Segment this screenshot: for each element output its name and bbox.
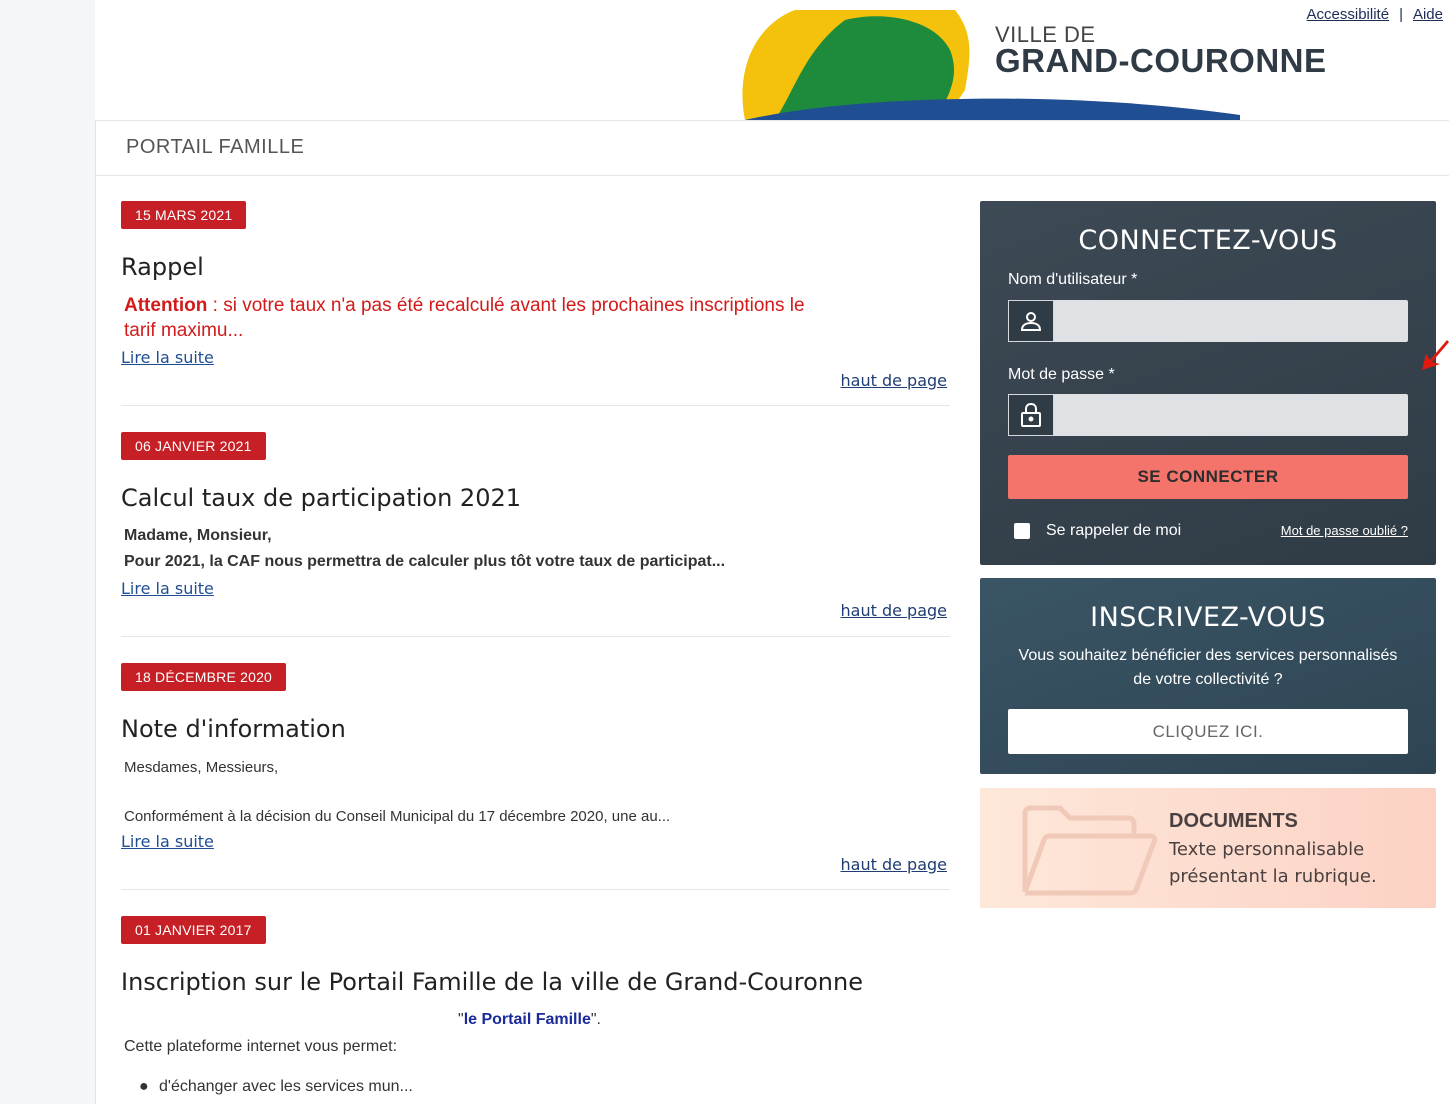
documents-text-line2: présentant la rubrique. (1169, 866, 1377, 887)
news-item: 06 JANVIER 2021 Calcul taux de participa… (121, 432, 950, 637)
remember-checkbox[interactable] (1014, 523, 1030, 539)
back-to-top-link[interactable]: haut de page (841, 855, 948, 874)
news-title: Calcul taux de participation 2021 (121, 484, 521, 512)
news-excerpt-line2: Pour 2021, la CAF nous permettra de calc… (124, 553, 726, 570)
bullet-text: d'échanger avec les services mun... (159, 1078, 413, 1095)
password-field (1008, 394, 1410, 438)
left-sidebar-strip (0, 0, 96, 1104)
news-excerpt: Attention : si votre taux n'a pas été re… (124, 293, 950, 318)
link-separator: | (1399, 6, 1403, 23)
news-item: 01 JANVIER 2017 Inscription sur le Porta… (121, 916, 950, 1104)
documents-text: Texte personnalisable présentant la rubr… (1169, 836, 1377, 890)
news-date-badge: 01 JANVIER 2017 (121, 916, 266, 944)
portal-title-bar: PORTAIL FAMILLE (95, 121, 1449, 176)
news-excerpt-line1: Madame, Monsieur, (124, 527, 272, 544)
documents-panel[interactable]: DOCUMENTS Texte personnalisable présenta… (980, 788, 1436, 908)
top-links: Accessibilité | Aide (1307, 6, 1443, 23)
signup-text: Vous souhaitez bénéficier des services p… (1018, 647, 1398, 688)
connect-button[interactable]: SE CONNECTER (1008, 455, 1408, 499)
username-field (1008, 300, 1410, 344)
news-excerpt-line1: : si votre taux n'a pas été recalculé av… (207, 295, 805, 316)
news-title: Note d'information (121, 715, 346, 743)
portal-quote: "le Portail Famille". (458, 1011, 601, 1029)
news-excerpt-strong: Attention (124, 295, 208, 316)
read-more-link[interactable]: Lire la suite (121, 348, 214, 367)
signup-button[interactable]: CLIQUEZ ICI. (1008, 709, 1408, 754)
user-icon (1008, 300, 1054, 342)
portal-title: PORTAIL FAMILLE (126, 136, 305, 158)
city-name: GRAND-COURONNE (995, 42, 1327, 79)
news-excerpt-line1: Cette plateforme internet vous permet: (124, 1038, 398, 1055)
remember-me: Se rappeler de moi (1014, 522, 1181, 540)
news-excerpt-line2: Conformément à la décision du Conseil Mu… (124, 808, 671, 825)
red-arrow-icon (1422, 340, 1449, 370)
news-date-badge: 06 JANVIER 2021 (121, 432, 266, 460)
bullet-dot: ● (139, 1078, 149, 1095)
read-more-link[interactable]: Lire la suite (121, 579, 214, 598)
login-panel: CONNECTEZ-VOUS Nom d'utilisateur * Mot d… (980, 201, 1436, 565)
news-divider (121, 405, 950, 406)
news-item: 15 MARS 2021 Rappel Attention : si votre… (121, 201, 950, 406)
news-date-badge: 18 DÉCEMBRE 2020 (121, 663, 287, 691)
folder-icon (1022, 805, 1158, 896)
news-excerpt-line2: tarif maximu... (124, 320, 244, 341)
news-excerpt-line1: Mesdames, Messieurs, (124, 759, 279, 776)
username-label: Nom d'utilisateur * (1008, 271, 1138, 288)
news-divider (121, 636, 950, 637)
documents-title: DOCUMENTS (1169, 810, 1298, 832)
portal-famille-link[interactable]: le Portail Famille (464, 1011, 591, 1028)
forgot-password-link[interactable]: Mot de passe oublié ? (1281, 523, 1408, 538)
news-divider (121, 889, 950, 890)
lock-icon (1008, 394, 1054, 436)
login-title: CONNECTEZ-VOUS (1078, 225, 1338, 256)
back-to-top-link[interactable]: haut de page (841, 371, 948, 390)
read-more-link[interactable]: Lire la suite (121, 832, 214, 851)
news-date-badge: 15 MARS 2021 (121, 201, 247, 229)
password-label: Mot de passe * (1008, 366, 1115, 383)
signup-title: INSCRIVEZ-VOUS (1090, 602, 1326, 633)
quote-close: ". (590, 1011, 601, 1028)
remember-label: Se rappeler de moi (1046, 522, 1182, 539)
news-title: Rappel (121, 253, 204, 281)
back-to-top-link[interactable]: haut de page (841, 601, 948, 620)
documents-text-line1: Texte personnalisable (1169, 839, 1365, 860)
username-input[interactable] (1056, 300, 1410, 344)
bullet-item: ● d'échanger avec les services mun... (139, 1078, 413, 1096)
signup-panel: INSCRIVEZ-VOUS Vous souhaitez bénéficier… (980, 578, 1436, 774)
accessibility-link[interactable]: Accessibilité (1307, 6, 1390, 23)
help-link[interactable]: Aide (1413, 6, 1443, 23)
news-item: 18 DÉCEMBRE 2020 Note d'information Mesd… (121, 663, 950, 891)
password-input[interactable] (1056, 394, 1410, 438)
site-header: VILLE DE GRAND-COURONNE Accessibilité | Ai… (95, 0, 1449, 121)
news-title: Inscription sur le Portail Famille de la… (121, 968, 863, 996)
